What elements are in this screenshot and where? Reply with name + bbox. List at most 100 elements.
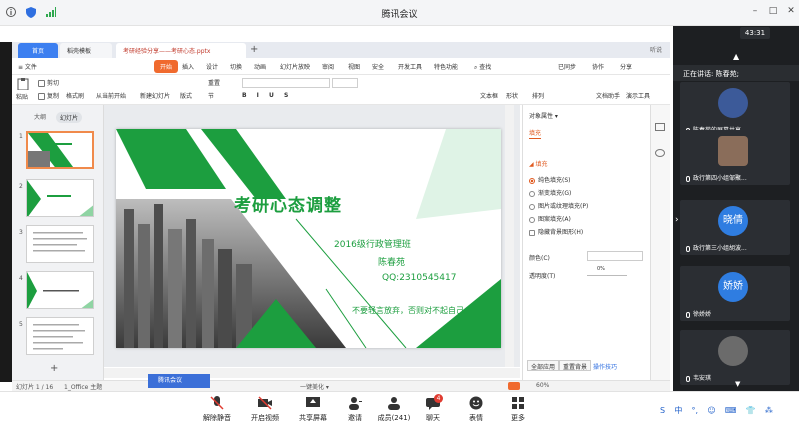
tray-item[interactable]: 👕 <box>746 406 756 415</box>
beautify-button[interactable]: 一键美化 ▾ <box>300 382 329 391</box>
participant-card[interactable]: 娇娇 徐娇娇 <box>680 266 790 321</box>
font-name-input[interactable] <box>242 78 330 88</box>
slide-thumbnail[interactable] <box>26 131 94 169</box>
scroll-down-chevron-icon[interactable]: ▼ <box>735 380 740 388</box>
desktop-edge <box>0 42 12 382</box>
start-video-button[interactable]: 开启视频 <box>243 396 287 423</box>
tab-slides[interactable]: 幻灯片 <box>56 112 83 123</box>
new-slide-label: 新建幻灯片 <box>140 93 171 100</box>
tab-outline[interactable]: 大纲 <box>34 112 46 121</box>
menu-item-devtools[interactable]: 开发工具 <box>398 62 422 71</box>
emoji-button[interactable]: 表情 <box>454 396 498 423</box>
slide-thumbnail[interactable] <box>26 225 94 263</box>
slide-number: 5 <box>19 321 23 328</box>
tray-item[interactable]: ⌨ <box>725 406 737 415</box>
doc-helper-button[interactable]: 文档助手 <box>596 91 620 100</box>
section-button[interactable]: 节 <box>208 91 214 100</box>
tab-document[interactable]: 考研经验分享——考研心态.pptx <box>116 43 246 58</box>
search-button[interactable]: ⌕ 查找 <box>474 62 491 72</box>
slide-thumbnail[interactable] <box>26 317 94 355</box>
tab-home[interactable]: 首页 <box>18 43 58 58</box>
tab-fill[interactable]: 填充 <box>529 128 542 139</box>
close-button[interactable]: ✕ <box>784 6 798 18</box>
menu-item-review[interactable]: 审阅 <box>322 62 334 71</box>
transparency-slider[interactable] <box>587 275 627 276</box>
fill-section-header[interactable]: ◢ 填充 <box>529 159 548 168</box>
slide-number: 2 <box>19 183 23 190</box>
arrange-button[interactable]: 排列 <box>532 91 544 100</box>
menu-item-slideshow[interactable]: 幻灯片放映 <box>280 62 310 71</box>
color-dropdown[interactable] <box>587 251 643 261</box>
font-size-input[interactable] <box>332 78 358 88</box>
reset-background-button[interactable]: 重置背景 <box>559 360 592 371</box>
slide-thumbnail[interactable] <box>26 179 94 217</box>
share-screen-button[interactable]: 共享屏幕 <box>291 396 335 423</box>
fill-option-picture[interactable]: 图片或纹理填充(P) <box>529 201 588 210</box>
collapse-chevron-icon[interactable]: ▲ <box>733 52 739 61</box>
properties-title[interactable]: 对象属性 ▾ <box>529 111 558 120</box>
unmute-button[interactable]: 解除静音 <box>195 396 239 423</box>
slide-author: 陈春苑 <box>378 258 406 268</box>
slide-thumbnail[interactable] <box>26 271 94 309</box>
chat-button[interactable]: 聊天 <box>411 396 455 423</box>
tray-item[interactable]: °, <box>692 406 699 415</box>
collab-button[interactable]: 协作 <box>592 62 604 71</box>
style-icon[interactable] <box>655 149 665 157</box>
members-button[interactable]: 成员(241) <box>372 396 416 423</box>
tips-link[interactable]: 操作技巧 <box>593 362 617 371</box>
menu-file[interactable]: ≡ 文件 <box>18 62 37 71</box>
play-icon[interactable] <box>508 382 520 390</box>
participant-card[interactable]: 韦安琪 <box>680 330 790 385</box>
minimize-button[interactable]: – <box>748 6 762 18</box>
menu-item-insert[interactable]: 插入 <box>182 62 194 71</box>
shape-button[interactable]: 形状 <box>506 91 518 100</box>
fill-option-solid[interactable]: 纯色填充(S) <box>529 175 571 184</box>
hide-background-checkbox[interactable]: 隐藏背景图形(H) <box>529 227 583 236</box>
properties-icon[interactable] <box>655 123 665 131</box>
menu-item-view[interactable]: 视图 <box>348 62 360 71</box>
current-slide[interactable]: 考研心态调整 2016级行政管理班 陈春苑 QQ:2310545417 不要轻言… <box>116 129 501 348</box>
fill-option-gradient[interactable]: 渐变填充(G) <box>529 188 571 197</box>
participant-card[interactable]: 陈春苑的屏幕共享 <box>680 82 790 137</box>
cut-button[interactable]: 剪切 <box>38 78 59 87</box>
participant-card[interactable]: 晓倩 政行第三小组胡波... <box>680 200 790 255</box>
maximize-button[interactable]: □ <box>766 6 780 18</box>
menu-item-animation[interactable]: 动画 <box>254 62 266 71</box>
tray-item[interactable]: 中 <box>674 405 682 416</box>
invite-icon <box>349 397 362 410</box>
menu-item-transition[interactable]: 切换 <box>230 62 242 71</box>
reset-button[interactable]: 重置 <box>208 78 220 87</box>
text-format-group[interactable]: B I U S <box>242 92 292 99</box>
layout-button[interactable]: 版式 <box>180 91 192 100</box>
meeting-floating-label[interactable]: 腾讯会议 <box>148 374 210 388</box>
tab-templates[interactable]: 稻壳模板 <box>60 43 112 58</box>
apply-all-button[interactable]: 全部应用 <box>527 360 560 371</box>
panel-arrow-icon[interactable]: › <box>675 215 679 225</box>
new-slide-button[interactable]: 新建幻灯片 <box>140 91 170 100</box>
tray-item[interactable]: S <box>660 406 665 415</box>
tray-item[interactable]: ☺ <box>707 406 715 415</box>
canvas-vertical-scrollbar[interactable] <box>505 105 514 367</box>
wps-toolbar: 粘贴 剪切 复制 格式刷 从当前开始 新建幻灯片 版式 节 重置 B I U S… <box>12 75 670 105</box>
format-painter-button[interactable]: 格式刷 <box>66 91 84 100</box>
copy-button[interactable]: 复制 <box>38 91 59 100</box>
menu-item-features[interactable]: 特色功能 <box>434 62 458 71</box>
presentation-tool-button[interactable]: 演示工具 <box>626 91 650 100</box>
textbox-button[interactable]: 文本框 <box>480 91 498 100</box>
menu-item-design[interactable]: 设计 <box>206 62 218 71</box>
new-tab-button[interactable]: + <box>250 44 258 55</box>
fill-option-pattern[interactable]: 图案填充(A) <box>529 214 571 223</box>
menu-start[interactable]: 开始 <box>154 60 179 73</box>
more-button[interactable]: 更多 <box>496 396 540 423</box>
share-button[interactable]: 分享 <box>620 62 632 71</box>
play-from-current-button[interactable]: 从当前开始 <box>96 91 126 100</box>
invite-button[interactable]: 邀请 <box>333 396 377 423</box>
paste-button[interactable]: 粘贴 <box>16 78 32 101</box>
participant-card[interactable]: 政行第四小组邹聚... <box>680 130 790 185</box>
tray-item[interactable]: ⁂ <box>765 406 773 415</box>
zoom-level[interactable]: 60% <box>536 382 549 389</box>
menu-item-security[interactable]: 安全 <box>372 62 384 71</box>
add-slide-button[interactable]: + <box>50 363 58 374</box>
sync-status[interactable]: 已同步 <box>558 62 576 71</box>
listen-label[interactable]: 听说 <box>650 45 662 54</box>
